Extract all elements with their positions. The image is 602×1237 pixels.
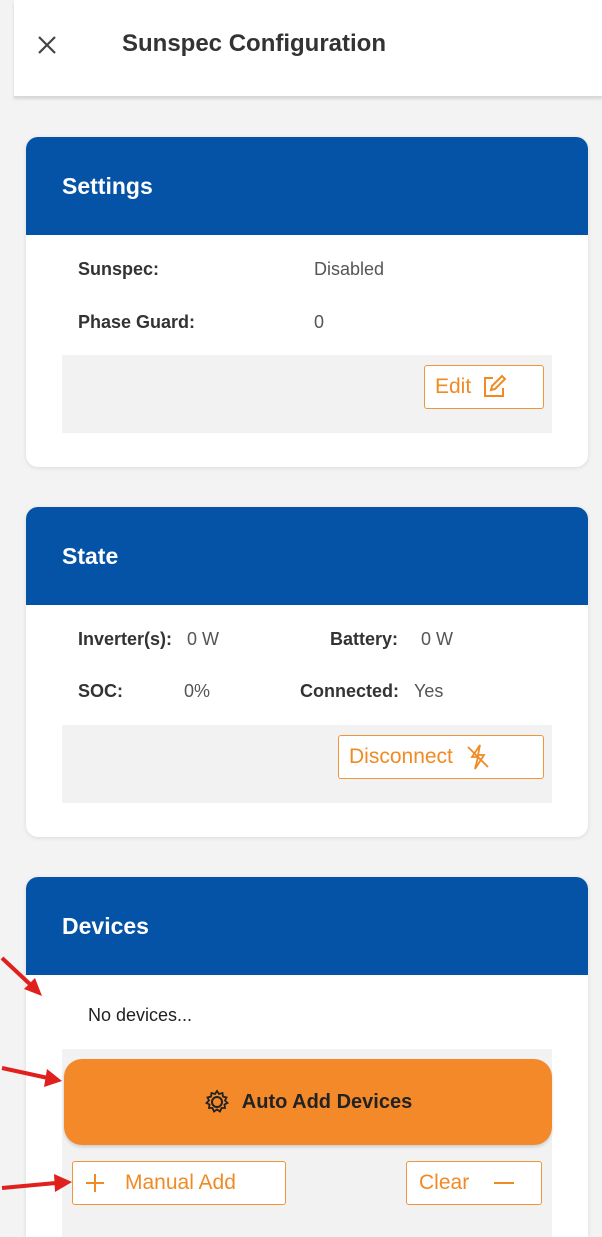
soc-value: 0% <box>184 681 211 701</box>
phase-guard-row: Phase Guard: <box>78 312 195 333</box>
edit-icon <box>484 374 507 397</box>
edit-button-label: Edit <box>435 375 472 398</box>
connected-label: Connected: <box>300 681 399 701</box>
connected-row: Connected: Yes <box>300 681 443 702</box>
app-bar: Sunspec Configuration <box>14 0 602 97</box>
edit-button[interactable]: Edit <box>424 365 544 409</box>
auto-add-label: Auto Add Devices <box>241 1090 413 1113</box>
disconnect-icon <box>467 744 489 770</box>
annotation-arrow-icon <box>1 1174 72 1192</box>
phase-guard-label: Phase Guard: <box>78 312 196 332</box>
empty-text-wrap: No devices... <box>88 1005 192 1026</box>
manual-add-label: Manual Add <box>125 1171 236 1194</box>
settings-card-title: Settings <box>26 137 588 235</box>
clear-button[interactable]: Clear <box>406 1161 542 1205</box>
clear-label: Clear <box>419 1171 470 1194</box>
sunspec-label: Sunspec: <box>78 259 160 279</box>
battery-row: Battery: 0 W <box>330 629 453 650</box>
soc-row: SOC: <box>78 681 123 702</box>
sunspec-value: Disabled <box>314 259 385 279</box>
disconnect-button[interactable]: Disconnect <box>338 735 544 779</box>
disconnect-button-label: Disconnect <box>349 745 453 768</box>
gear-icon <box>204 1089 229 1113</box>
minus-icon <box>494 1182 515 1184</box>
sunspec-value-wrap: Disabled <box>314 259 384 280</box>
close-icon <box>38 36 56 54</box>
phase-guard-value: 0 <box>314 312 325 332</box>
state-card: State Inverter(s): 0 W Battery: 0 W SOC:… <box>26 507 588 837</box>
page-title: Sunspec Configuration <box>122 30 386 57</box>
inverter-label: Inverter(s): <box>78 629 173 649</box>
annotation-arrow-icon <box>1 1066 62 1087</box>
no-devices-text: No devices... <box>88 1005 193 1025</box>
close-button[interactable] <box>32 30 62 60</box>
plus-icon <box>86 1174 104 1192</box>
auto-add-devices-button[interactable]: Auto Add Devices <box>64 1059 552 1145</box>
battery-value: 0 W <box>421 629 454 649</box>
devices-card-title: Devices <box>26 877 588 975</box>
settings-action-bar: Edit <box>62 355 552 433</box>
soc-label: SOC: <box>78 681 123 701</box>
state-action-bar: Disconnect <box>62 725 552 803</box>
connected-value: Yes <box>414 681 444 701</box>
settings-card: Settings Sunspec: Disabled Phase Guard: … <box>26 137 588 467</box>
annotation-arrow-icon <box>0 956 42 996</box>
inverter-row: Inverter(s): 0 W <box>78 629 219 650</box>
state-card-title: State <box>26 507 588 605</box>
soc-value-wrap: 0% <box>184 681 210 702</box>
manual-add-button[interactable]: Manual Add <box>72 1161 286 1205</box>
sunspec-row: Sunspec: <box>78 259 159 280</box>
battery-label: Battery: <box>330 629 399 649</box>
phase-guard-value-wrap: 0 <box>314 312 324 333</box>
inverter-value: 0 W <box>187 629 220 649</box>
